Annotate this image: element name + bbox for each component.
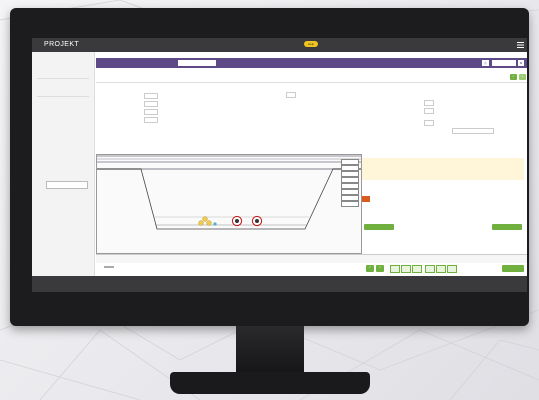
sidebar-divider <box>37 78 89 79</box>
form-input[interactable] <box>424 100 434 106</box>
print-icon[interactable]: ⎙ <box>482 60 489 66</box>
form-input[interactable] <box>144 109 158 115</box>
form-input[interactable] <box>144 101 158 107</box>
app-header: PROJEKT Help <box>32 38 527 52</box>
check-icon[interactable]: ✓ <box>510 74 517 80</box>
right-action-button[interactable] <box>492 224 522 230</box>
form-input[interactable] <box>144 93 158 99</box>
project-select[interactable] <box>178 60 216 66</box>
form-input[interactable] <box>424 108 434 114</box>
sidebar-button[interactable] <box>46 181 88 189</box>
color-swatch <box>362 196 370 202</box>
tab-bar <box>96 254 527 263</box>
page-button[interactable] <box>447 265 457 273</box>
form-input[interactable] <box>286 92 296 98</box>
page-button[interactable] <box>412 265 422 273</box>
left-action-button[interactable] <box>364 224 394 230</box>
app-footer <box>32 276 527 292</box>
hamburger-icon[interactable] <box>517 42 524 48</box>
bottom-tab-a[interactable] <box>104 266 114 268</box>
gear-icon[interactable]: ⚙ <box>518 60 524 66</box>
app-logo: PROJEKT <box>44 41 80 48</box>
help-badge[interactable]: Help <box>304 41 319 47</box>
monitor-stand-base <box>170 372 370 394</box>
next-button[interactable] <box>502 265 524 272</box>
check-icon[interactable]: ✓ <box>366 265 374 272</box>
page-button[interactable] <box>436 265 446 273</box>
trench-profile <box>97 168 361 230</box>
monitor-stand-neck <box>236 326 304 376</box>
info-panel <box>362 158 524 180</box>
bottom-panel <box>96 263 527 275</box>
page-button[interactable] <box>425 265 435 273</box>
plus-icon[interactable]: + <box>519 74 526 80</box>
cross-section-drawing <box>96 154 362 254</box>
app-screen: PROJEKT Help ⎙ ⚙ ✓ + ✓ ✓ <box>32 38 527 292</box>
monitor: PROJEKT Help ⎙ ⚙ ✓ + ✓ ✓ <box>10 8 529 326</box>
form-input[interactable] <box>144 117 158 123</box>
form-input[interactable] <box>424 120 434 126</box>
section-header: ✓ + <box>96 73 527 83</box>
form-select[interactable] <box>452 128 494 134</box>
project-action-button[interactable] <box>492 60 516 66</box>
check-icon[interactable]: ✓ <box>376 265 384 272</box>
sidebar-divider <box>37 96 89 97</box>
project-bar: ⎙ ⚙ <box>96 58 527 68</box>
drawing-tool-button[interactable] <box>341 201 359 207</box>
page-button[interactable] <box>390 265 400 273</box>
page-button[interactable] <box>401 265 411 273</box>
sidebar <box>32 52 95 292</box>
